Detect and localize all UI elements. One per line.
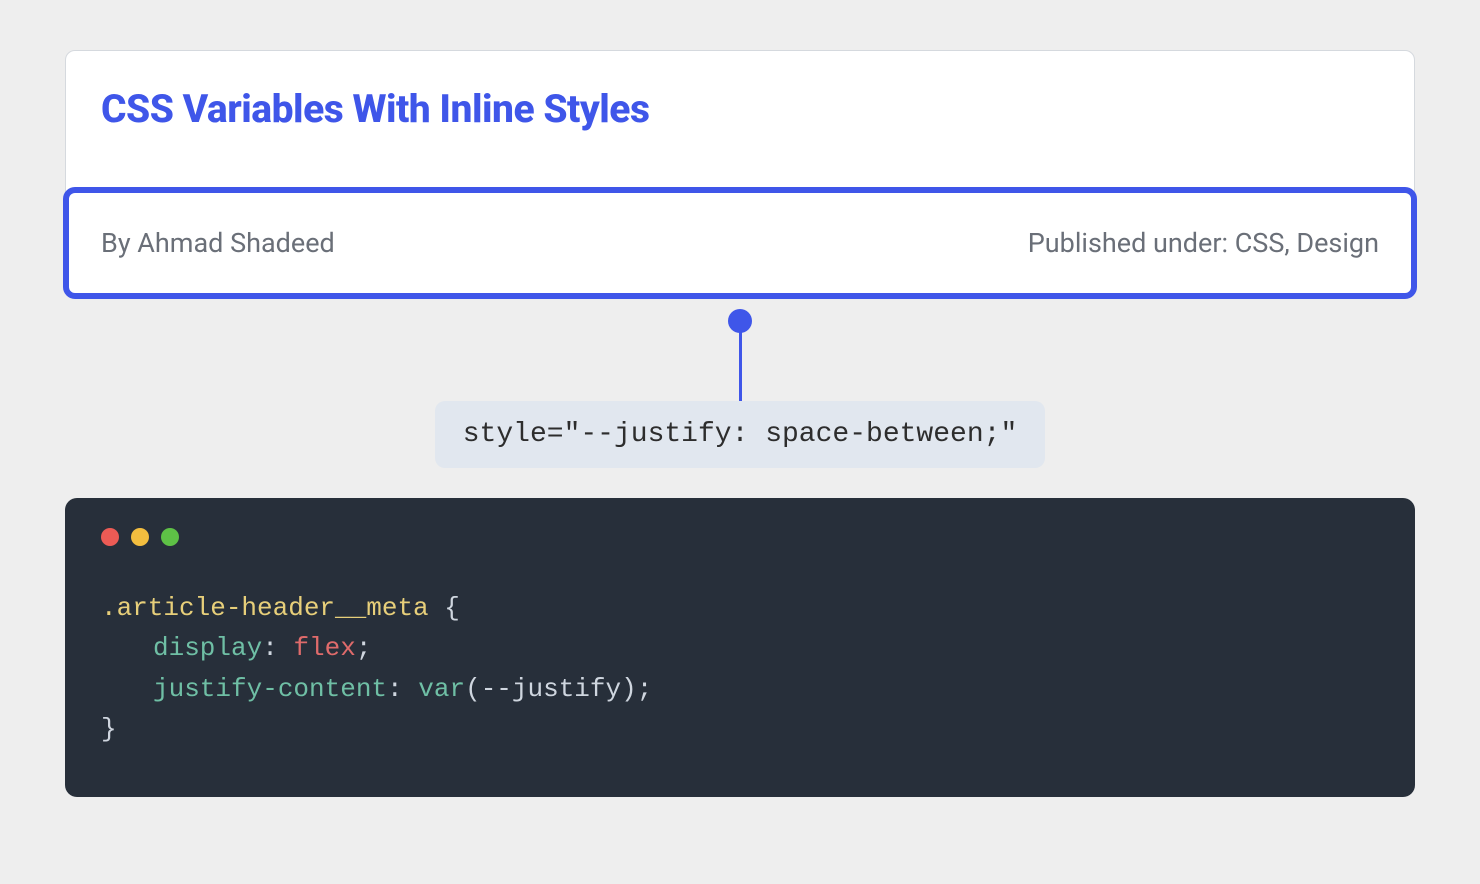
code-line-1: .article-header__meta {	[101, 588, 1379, 628]
minimize-icon[interactable]	[131, 528, 149, 546]
close-icon[interactable]	[101, 528, 119, 546]
article-title: CSS Variables With Inline Styles	[66, 86, 1414, 132]
article-meta-row: By Ahmad Shadeed Published under: CSS, D…	[63, 187, 1417, 299]
code-func-var: var	[418, 674, 465, 704]
code-close-brace: }	[101, 714, 117, 744]
code-colon-1: :	[262, 633, 293, 663]
connector: style="--justify: space-between;"	[65, 309, 1415, 468]
maximize-icon[interactable]	[161, 528, 179, 546]
code-prop-display: display	[153, 633, 262, 663]
code-line-3: justify-content: var(--justify);	[101, 669, 1379, 709]
article-card: CSS Variables With Inline Styles By Ahma…	[65, 50, 1415, 297]
connector-dot-icon	[728, 309, 752, 333]
code-prop-justify: justify-content	[153, 674, 387, 704]
published-text: Published under: CSS, Design	[1028, 227, 1379, 259]
code-paren-close: )	[621, 674, 637, 704]
code-colon-2: :	[387, 674, 418, 704]
window-controls	[101, 528, 1379, 546]
code-semi-1: ;	[356, 633, 372, 663]
code-selector: .article-header__meta	[101, 593, 429, 623]
code-var-name: --justify	[481, 674, 621, 704]
connector-line	[739, 331, 742, 403]
code-open-brace: {	[429, 593, 460, 623]
code-line-4: }	[101, 709, 1379, 749]
inline-style-annotation: style="--justify: space-between;"	[435, 401, 1046, 468]
code-semi-2: ;	[637, 674, 653, 704]
author-text: By Ahmad Shadeed	[101, 227, 335, 259]
code-val-flex: flex	[293, 633, 355, 663]
code-window: .article-header__meta { display: flex; j…	[65, 498, 1415, 797]
code-paren-open: (	[465, 674, 481, 704]
code-line-2: display: flex;	[101, 628, 1379, 668]
